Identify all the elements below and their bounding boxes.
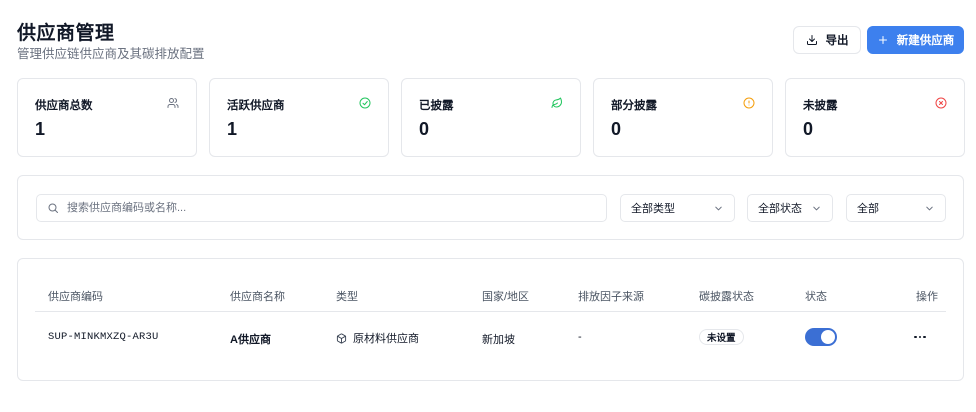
stat-label: 未披露 [803, 100, 838, 112]
stat-label: 活跃供应商 [227, 100, 285, 112]
column-header-actions: 操作 [916, 291, 938, 303]
status-toggle[interactable] [805, 328, 837, 346]
search-box[interactable] [36, 194, 607, 222]
chevron-down-icon [713, 203, 724, 214]
more-actions-icon[interactable] [912, 329, 928, 345]
status-select-value: 全部状态 [758, 203, 802, 215]
disclosure-select-value: 全部 [857, 203, 879, 215]
stat-value: 1 [227, 119, 238, 139]
column-header-factor-source: 排放因子来源 [578, 291, 644, 303]
stat-value: 1 [35, 119, 46, 139]
chevron-down-icon [811, 203, 822, 214]
create-supplier-button-label: 新建供应商 [896, 35, 955, 47]
leaf-icon [551, 97, 563, 109]
column-header-type: 类型 [336, 291, 358, 303]
stat-card-active: 活跃供应商 1 [209, 78, 389, 157]
check-circle-icon [359, 97, 371, 109]
header-divider [35, 311, 946, 312]
stat-value: 0 [419, 119, 430, 139]
page-subtitle: 管理供应链供应商及其碳排放配置 [17, 47, 205, 61]
export-button[interactable]: 导出 [793, 26, 861, 54]
x-circle-icon [935, 97, 947, 109]
supplier-type-label: 原材料供应商 [353, 333, 419, 345]
stat-card-total: 供应商总数 1 [17, 78, 197, 157]
toggle-knob [821, 330, 835, 344]
supplier-code: SUP-MINKMXZQ-AR3U [48, 331, 159, 343]
stat-card-disclosed: 已披露 0 [401, 78, 581, 157]
stat-card-partial: 部分披露 0 [593, 78, 773, 157]
export-button-label: 导出 [825, 35, 849, 47]
emission-factor-source: - [578, 331, 582, 343]
disclosure-select[interactable]: 全部 [846, 194, 946, 222]
stat-label: 供应商总数 [35, 100, 93, 112]
page-title: 供应商管理 [17, 23, 115, 44]
column-header-code: 供应商编码 [48, 291, 103, 303]
users-icon [167, 97, 179, 109]
supplier-table: 供应商编码 供应商名称 类型 国家/地区 排放因子来源 碳披露状态 状态 操作 … [17, 258, 964, 381]
chevron-down-icon [924, 203, 935, 214]
supplier-type: 原材料供应商 [336, 330, 419, 346]
stat-label: 部分披露 [611, 100, 657, 112]
filter-bar: 全部类型 全部状态 全部 [17, 175, 964, 240]
type-select[interactable]: 全部类型 [620, 194, 735, 222]
plus-icon [877, 34, 889, 46]
supplier-country: 新加坡 [482, 334, 515, 346]
create-supplier-button[interactable]: 新建供应商 [867, 26, 964, 54]
download-icon [806, 34, 818, 46]
search-input[interactable] [67, 195, 606, 221]
package-icon [336, 332, 347, 344]
stat-value: 0 [611, 119, 622, 139]
column-header-disclosure: 碳披露状态 [699, 291, 754, 303]
column-header-name: 供应商名称 [230, 291, 285, 303]
stat-value: 0 [803, 119, 814, 139]
search-icon [37, 202, 67, 214]
supplier-name: A供应商 [230, 334, 271, 346]
stat-label: 已披露 [419, 100, 454, 112]
type-select-value: 全部类型 [631, 203, 675, 215]
alert-circle-icon [743, 97, 755, 109]
status-select[interactable]: 全部状态 [747, 194, 833, 222]
column-header-country: 国家/地区 [482, 291, 530, 303]
column-header-status: 状态 [805, 291, 827, 303]
stat-card-undisclosed: 未披露 0 [785, 78, 965, 157]
disclosure-status-badge: 未设置 [699, 329, 744, 345]
